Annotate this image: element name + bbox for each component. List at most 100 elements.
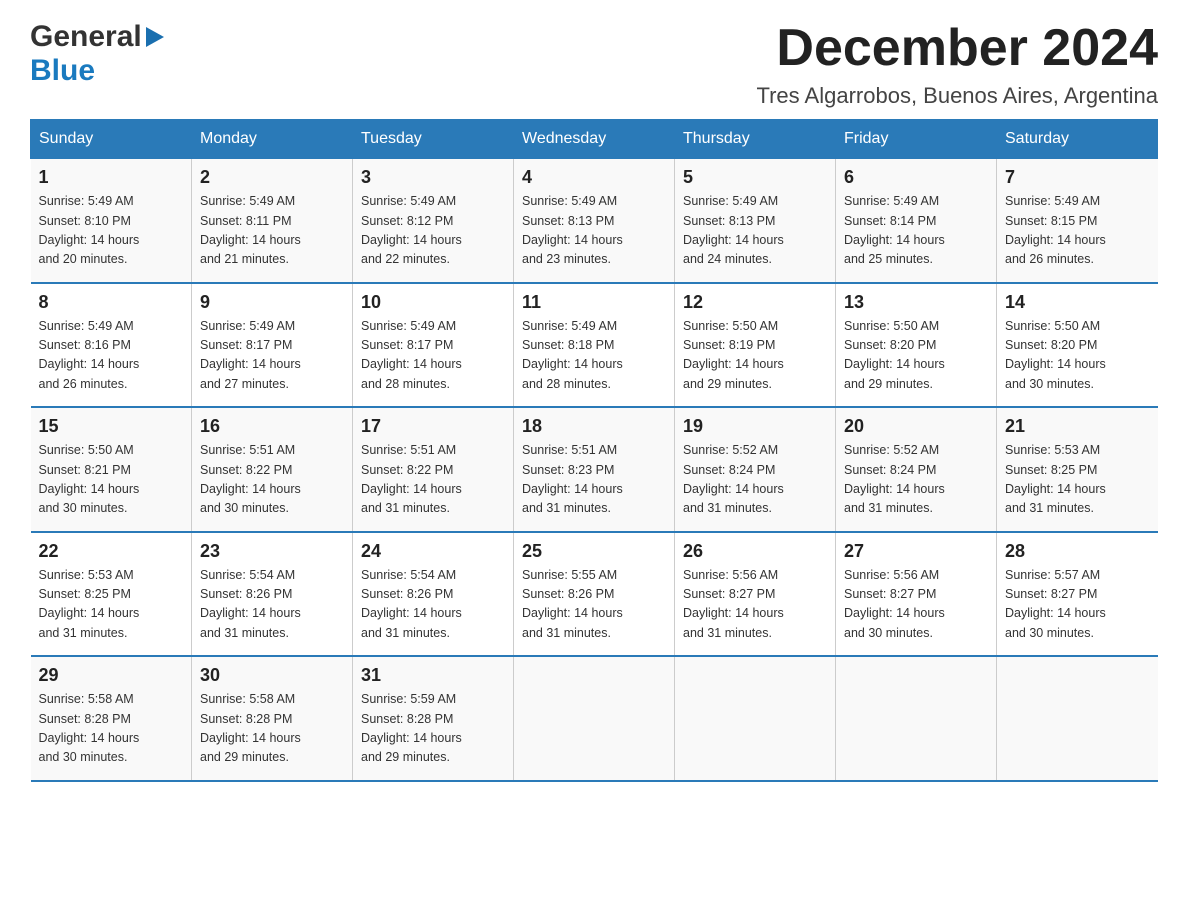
day-cell: 14 Sunrise: 5:50 AM Sunset: 8:20 PM Dayl… <box>997 283 1158 408</box>
day-number: 30 <box>200 665 344 686</box>
day-number: 8 <box>39 292 184 313</box>
day-info: Sunrise: 5:49 AM Sunset: 8:18 PM Dayligh… <box>522 317 666 395</box>
day-info: Sunrise: 5:49 AM Sunset: 8:12 PM Dayligh… <box>361 192 505 270</box>
day-cell: 30 Sunrise: 5:58 AM Sunset: 8:28 PM Dayl… <box>192 656 353 781</box>
day-cell: 16 Sunrise: 5:51 AM Sunset: 8:22 PM Dayl… <box>192 407 353 532</box>
day-number: 20 <box>844 416 988 437</box>
day-cell: 1 Sunrise: 5:49 AM Sunset: 8:10 PM Dayli… <box>31 159 192 283</box>
day-info: Sunrise: 5:50 AM Sunset: 8:20 PM Dayligh… <box>1005 317 1150 395</box>
day-cell: 12 Sunrise: 5:50 AM Sunset: 8:19 PM Dayl… <box>675 283 836 408</box>
day-info: Sunrise: 5:54 AM Sunset: 8:26 PM Dayligh… <box>200 566 344 644</box>
day-cell: 17 Sunrise: 5:51 AM Sunset: 8:22 PM Dayl… <box>353 407 514 532</box>
day-cell: 31 Sunrise: 5:59 AM Sunset: 8:28 PM Dayl… <box>353 656 514 781</box>
logo-general-text: General <box>30 20 142 54</box>
day-info: Sunrise: 5:54 AM Sunset: 8:26 PM Dayligh… <box>361 566 505 644</box>
day-cell: 19 Sunrise: 5:52 AM Sunset: 8:24 PM Dayl… <box>675 407 836 532</box>
day-info: Sunrise: 5:53 AM Sunset: 8:25 PM Dayligh… <box>1005 441 1150 519</box>
day-info: Sunrise: 5:50 AM Sunset: 8:19 PM Dayligh… <box>683 317 827 395</box>
day-info: Sunrise: 5:56 AM Sunset: 8:27 PM Dayligh… <box>844 566 988 644</box>
calendar-table: SundayMondayTuesdayWednesdayThursdayFrid… <box>30 119 1158 782</box>
header-sunday: Sunday <box>31 120 192 159</box>
day-cell <box>675 656 836 781</box>
day-number: 17 <box>361 416 505 437</box>
day-number: 18 <box>522 416 666 437</box>
day-number: 12 <box>683 292 827 313</box>
day-number: 2 <box>200 167 344 188</box>
day-info: Sunrise: 5:56 AM Sunset: 8:27 PM Dayligh… <box>683 566 827 644</box>
day-number: 16 <box>200 416 344 437</box>
day-number: 21 <box>1005 416 1150 437</box>
day-info: Sunrise: 5:58 AM Sunset: 8:28 PM Dayligh… <box>200 690 344 768</box>
day-number: 6 <box>844 167 988 188</box>
day-number: 10 <box>361 292 505 313</box>
day-cell: 23 Sunrise: 5:54 AM Sunset: 8:26 PM Dayl… <box>192 532 353 657</box>
day-info: Sunrise: 5:49 AM Sunset: 8:13 PM Dayligh… <box>683 192 827 270</box>
day-number: 27 <box>844 541 988 562</box>
day-info: Sunrise: 5:49 AM Sunset: 8:10 PM Dayligh… <box>39 192 184 270</box>
day-number: 4 <box>522 167 666 188</box>
day-info: Sunrise: 5:51 AM Sunset: 8:22 PM Dayligh… <box>200 441 344 519</box>
page-header: General Blue December 2024 Tres Algarrob… <box>30 20 1158 109</box>
day-info: Sunrise: 5:59 AM Sunset: 8:28 PM Dayligh… <box>361 690 505 768</box>
day-number: 28 <box>1005 541 1150 562</box>
header-saturday: Saturday <box>997 120 1158 159</box>
day-cell: 20 Sunrise: 5:52 AM Sunset: 8:24 PM Dayl… <box>836 407 997 532</box>
day-number: 25 <box>522 541 666 562</box>
day-info: Sunrise: 5:49 AM Sunset: 8:13 PM Dayligh… <box>522 192 666 270</box>
day-number: 22 <box>39 541 184 562</box>
day-number: 26 <box>683 541 827 562</box>
logo-arrow-icon <box>146 27 164 52</box>
day-number: 15 <box>39 416 184 437</box>
header-thursday: Thursday <box>675 120 836 159</box>
week-row-4: 22 Sunrise: 5:53 AM Sunset: 8:25 PM Dayl… <box>31 532 1158 657</box>
week-row-3: 15 Sunrise: 5:50 AM Sunset: 8:21 PM Dayl… <box>31 407 1158 532</box>
day-cell: 11 Sunrise: 5:49 AM Sunset: 8:18 PM Dayl… <box>514 283 675 408</box>
week-row-5: 29 Sunrise: 5:58 AM Sunset: 8:28 PM Dayl… <box>31 656 1158 781</box>
day-info: Sunrise: 5:49 AM Sunset: 8:17 PM Dayligh… <box>200 317 344 395</box>
day-info: Sunrise: 5:53 AM Sunset: 8:25 PM Dayligh… <box>39 566 184 644</box>
day-cell: 13 Sunrise: 5:50 AM Sunset: 8:20 PM Dayl… <box>836 283 997 408</box>
day-cell: 29 Sunrise: 5:58 AM Sunset: 8:28 PM Dayl… <box>31 656 192 781</box>
logo: General Blue <box>30 20 164 88</box>
day-cell: 2 Sunrise: 5:49 AM Sunset: 8:11 PM Dayli… <box>192 159 353 283</box>
header-friday: Friday <box>836 120 997 159</box>
day-cell: 15 Sunrise: 5:50 AM Sunset: 8:21 PM Dayl… <box>31 407 192 532</box>
day-info: Sunrise: 5:49 AM Sunset: 8:11 PM Dayligh… <box>200 192 344 270</box>
location-subtitle: Tres Algarrobos, Buenos Aires, Argentina <box>756 83 1158 109</box>
logo-blue-text: Blue <box>30 54 95 87</box>
day-cell: 26 Sunrise: 5:56 AM Sunset: 8:27 PM Dayl… <box>675 532 836 657</box>
day-cell: 25 Sunrise: 5:55 AM Sunset: 8:26 PM Dayl… <box>514 532 675 657</box>
day-info: Sunrise: 5:57 AM Sunset: 8:27 PM Dayligh… <box>1005 566 1150 644</box>
day-number: 11 <box>522 292 666 313</box>
day-cell <box>997 656 1158 781</box>
day-cell: 8 Sunrise: 5:49 AM Sunset: 8:16 PM Dayli… <box>31 283 192 408</box>
day-cell: 7 Sunrise: 5:49 AM Sunset: 8:15 PM Dayli… <box>997 159 1158 283</box>
day-cell: 24 Sunrise: 5:54 AM Sunset: 8:26 PM Dayl… <box>353 532 514 657</box>
day-info: Sunrise: 5:49 AM Sunset: 8:17 PM Dayligh… <box>361 317 505 395</box>
day-number: 1 <box>39 167 184 188</box>
day-number: 14 <box>1005 292 1150 313</box>
week-row-2: 8 Sunrise: 5:49 AM Sunset: 8:16 PM Dayli… <box>31 283 1158 408</box>
day-info: Sunrise: 5:50 AM Sunset: 8:20 PM Dayligh… <box>844 317 988 395</box>
day-cell: 4 Sunrise: 5:49 AM Sunset: 8:13 PM Dayli… <box>514 159 675 283</box>
day-number: 3 <box>361 167 505 188</box>
day-cell: 5 Sunrise: 5:49 AM Sunset: 8:13 PM Dayli… <box>675 159 836 283</box>
day-number: 24 <box>361 541 505 562</box>
day-info: Sunrise: 5:52 AM Sunset: 8:24 PM Dayligh… <box>844 441 988 519</box>
day-info: Sunrise: 5:51 AM Sunset: 8:23 PM Dayligh… <box>522 441 666 519</box>
day-cell: 3 Sunrise: 5:49 AM Sunset: 8:12 PM Dayli… <box>353 159 514 283</box>
day-cell: 27 Sunrise: 5:56 AM Sunset: 8:27 PM Dayl… <box>836 532 997 657</box>
header-monday: Monday <box>192 120 353 159</box>
month-title: December 2024 <box>756 20 1158 77</box>
day-number: 13 <box>844 292 988 313</box>
day-cell: 22 Sunrise: 5:53 AM Sunset: 8:25 PM Dayl… <box>31 532 192 657</box>
day-info: Sunrise: 5:49 AM Sunset: 8:16 PM Dayligh… <box>39 317 184 395</box>
day-number: 19 <box>683 416 827 437</box>
day-cell <box>836 656 997 781</box>
header-wednesday: Wednesday <box>514 120 675 159</box>
day-number: 7 <box>1005 167 1150 188</box>
title-section: December 2024 Tres Algarrobos, Buenos Ai… <box>756 20 1158 109</box>
day-cell: 9 Sunrise: 5:49 AM Sunset: 8:17 PM Dayli… <box>192 283 353 408</box>
header-tuesday: Tuesday <box>353 120 514 159</box>
day-number: 9 <box>200 292 344 313</box>
